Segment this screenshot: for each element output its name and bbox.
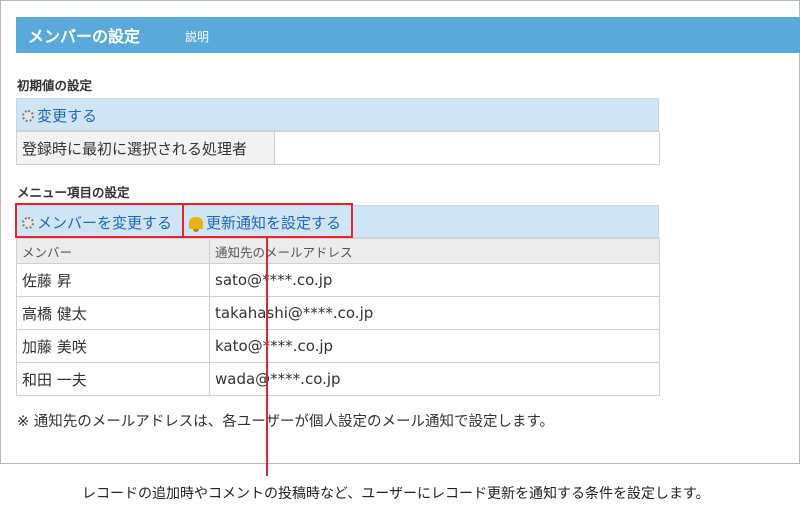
page-title: メンバーの設定 <box>28 27 141 46</box>
gear-icon <box>22 110 34 122</box>
table-header-row: メンバー 通知先のメールアドレス <box>16 238 660 264</box>
column-header-email: 通知先のメールアドレス <box>209 238 660 264</box>
menu-settings-title: メニュー項目の設定 <box>17 185 130 200</box>
table-row: 佐藤 昇 sato@****.co.jp <box>16 263 660 297</box>
member-email: kato@****.co.jp <box>209 329 660 363</box>
member-email: sato@****.co.jp <box>209 263 660 297</box>
initial-settings-title: 初期値の設定 <box>17 78 93 93</box>
initial-settings-table: 登録時に最初に選択される処理者 <box>16 131 660 165</box>
callout-line <box>266 236 268 476</box>
highlight-change-members <box>15 203 184 238</box>
member-name: 加藤 美咲 <box>16 329 210 363</box>
initial-assignee-value <box>274 131 660 165</box>
initial-settings-toolbar: 変更する <box>16 98 659 131</box>
member-email: takahashi@****.co.jp <box>209 296 660 330</box>
table-row: 登録時に最初に選択される処理者 <box>16 131 660 165</box>
page-header: メンバーの設定 説明 <box>16 17 800 53</box>
member-name: 和田 一夫 <box>16 362 210 396</box>
change-link-label: 変更する <box>37 107 98 125</box>
highlight-notification-settings <box>182 203 353 238</box>
help-link[interactable]: 説明 <box>185 28 209 45</box>
initial-assignee-label: 登録時に最初に選択される処理者 <box>16 131 275 165</box>
footnote: ※ 通知先のメールアドレスは、各ユーザーが個人設定のメール通知で設定します。 <box>17 414 555 430</box>
member-name: 高橋 健太 <box>16 296 210 330</box>
change-link[interactable]: 変更する <box>22 105 97 126</box>
member-email: wada@****.co.jp <box>209 362 660 396</box>
member-name: 佐藤 昇 <box>16 263 210 297</box>
table-row: 高橋 健太 takahashi@****.co.jp <box>16 296 660 330</box>
table-row: 加藤 美咲 kato@****.co.jp <box>16 329 660 363</box>
callout-text: レコードの追加時やコメントの投稿時など、ユーザーにレコード更新を通知する条件を設… <box>82 486 710 502</box>
column-header-member: メンバー <box>16 238 210 264</box>
table-row: 和田 一夫 wada@****.co.jp <box>16 362 660 396</box>
member-table: メンバー 通知先のメールアドレス 佐藤 昇 sato@****.co.jp 高橋… <box>16 238 660 396</box>
